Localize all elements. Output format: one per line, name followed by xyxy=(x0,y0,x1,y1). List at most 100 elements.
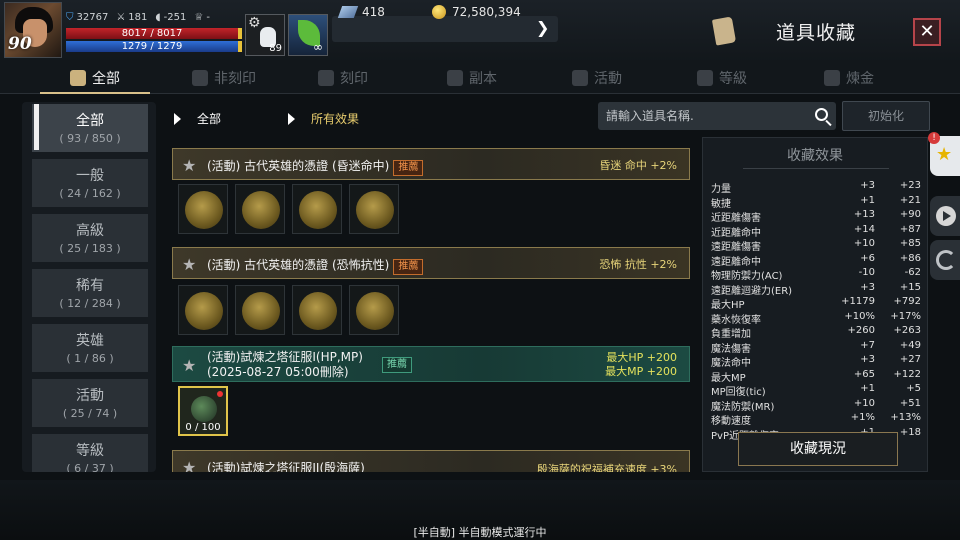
effect-current: +13 xyxy=(853,209,875,220)
swirl-icon xyxy=(936,250,956,270)
effect-row: 最大MP +65 +122 xyxy=(711,368,921,384)
selected-category-marker xyxy=(34,104,39,150)
collection-effect: 恐怖 抗性 +2% xyxy=(599,258,677,271)
collection-name: (活動)試煉之塔征服I(HP,MP) (2025-08-27 05:00刪除) xyxy=(207,350,363,379)
currency-panel xyxy=(332,16,558,42)
collection-item-slot[interactable] xyxy=(292,285,342,335)
tab-level[interactable]: 等級 xyxy=(697,68,747,88)
effect-current: +1 xyxy=(860,383,875,394)
attack-stat: ⚔ 181 xyxy=(116,12,148,23)
collection-effect: 昏迷 命中 +2% xyxy=(599,159,677,172)
collection-name: (活動) 古代英雄的憑證 (昏迷命中) 推薦 xyxy=(207,157,424,176)
collection-header[interactable]: ★ (活動) 古代英雄的憑證 (昏迷命中) 推薦 昏迷 命中 +2% xyxy=(172,148,690,180)
character-level: 90 xyxy=(8,34,32,54)
rarity-item-hero[interactable]: 英雄( 1 / 86 ) xyxy=(32,324,148,372)
star-icon[interactable]: ★ xyxy=(182,458,196,472)
rarity-item-normal[interactable]: 一般( 24 / 162 ) xyxy=(32,159,148,207)
trophy-icon: ♕ xyxy=(194,12,204,23)
potion-slot[interactable]: ⚙ 89 xyxy=(245,14,285,56)
effect-total: +15 xyxy=(899,281,921,293)
collection-effect: 最大HP +200 最大MP +200 xyxy=(605,351,677,378)
effect-current: +65 xyxy=(853,368,875,380)
effect-total: +49 xyxy=(899,339,921,351)
rarity-item-level[interactable]: 等級( 6 / 37 ) xyxy=(32,434,148,472)
effect-name: 負重增加 xyxy=(711,329,751,340)
collection-header[interactable]: ★ (活動) 古代英雄的憑證 (恐怖抗性) 推薦 恐怖 抗性 +2% xyxy=(172,247,690,279)
item-progress: 0 / 100 xyxy=(185,422,221,433)
ancient-coin-icon xyxy=(299,191,337,229)
shield-icon: ⛉ xyxy=(66,12,74,23)
tab-alchemy[interactable]: 煉金 xyxy=(824,68,874,88)
rarity-item-all[interactable]: 全部( 93 / 850 ) xyxy=(32,104,148,152)
gear-icon[interactable]: ⚙ xyxy=(248,15,261,31)
recommend-badge: 推薦 xyxy=(393,259,424,275)
rarity-item-advanced[interactable]: 高級( 25 / 183 ) xyxy=(32,214,148,262)
chevron-right-icon[interactable]: ❯ xyxy=(536,18,549,37)
effect-name: 移動速度 xyxy=(711,416,751,427)
effect-current: +3 xyxy=(860,281,875,293)
rarity-item-event[interactable]: 活動( 25 / 74 ) xyxy=(32,379,148,427)
collection-item-slot[interactable] xyxy=(349,285,399,335)
effect-name: MP回復(tic) xyxy=(711,387,766,398)
breadcrumb-root[interactable]: 全部 xyxy=(174,110,221,127)
bottom-status-bar: [半自動] 半自動模式運行中 xyxy=(0,480,960,540)
collection-effects-panel[interactable]: 收藏效果 力量 +3 +23 敏捷 +1 +21 近距離傷害 +13 +90 近距離命中 +14 +8… xyxy=(702,137,928,472)
buff-slot[interactable]: ∞ xyxy=(288,14,328,56)
effect-current: +10 xyxy=(853,397,875,409)
collection-item-slot[interactable] xyxy=(292,184,342,234)
effect-row: 近距離傷害 +13 +90 xyxy=(711,209,921,224)
star-icon[interactable]: ★ xyxy=(182,255,196,274)
play-side-tab[interactable] xyxy=(930,196,960,236)
tab-non-engraved[interactable]: 非刻印 xyxy=(192,68,256,88)
effect-total: +122 xyxy=(893,368,921,380)
effect-total: +27 xyxy=(899,354,921,365)
close-button[interactable]: ✕ xyxy=(913,18,941,46)
effect-row: MP回復(tic) +1 +5 xyxy=(711,383,921,398)
tab-all[interactable]: 全部 xyxy=(70,68,120,88)
collection-item-slot[interactable] xyxy=(235,184,285,234)
star-icon[interactable]: ★ xyxy=(182,156,196,175)
gift-icon xyxy=(572,70,588,86)
collection-header[interactable]: ★ (活動)試煉之塔征服II(殷海薩) 殷海薩的祝福補充速度 +3% xyxy=(172,450,690,472)
tab-event[interactable]: 活動 xyxy=(572,68,622,88)
effect-row: 魔法傷害 +7 +49 xyxy=(711,339,921,355)
trophy-stat: ♕ - xyxy=(194,12,210,23)
ancient-coin-icon xyxy=(299,292,337,330)
gem-currency: 418 xyxy=(337,5,385,19)
effect-current: +1% xyxy=(850,412,875,423)
effect-row: 敏捷 +1 +21 xyxy=(711,194,921,210)
ancient-coin-icon xyxy=(356,191,394,229)
collection-item-slot[interactable] xyxy=(349,184,399,234)
collection-item-slot[interactable] xyxy=(235,285,285,335)
favorite-side-tab[interactable]: ★ ! xyxy=(928,132,960,176)
tab-dungeon[interactable]: 副本 xyxy=(447,68,497,88)
star-icon[interactable]: ★ xyxy=(182,356,196,375)
collection-name: (活動) 古代英雄的憑證 (恐怖抗性) 推薦 xyxy=(207,256,424,275)
effect-total: -62 xyxy=(904,267,921,278)
search-icon[interactable] xyxy=(815,108,828,121)
effect-total: +21 xyxy=(899,194,921,206)
collection-item-slot[interactable] xyxy=(178,184,228,234)
play-icon xyxy=(936,206,956,226)
effect-row: 近距離命中 +14 +87 xyxy=(711,224,921,239)
effect-current: +10% xyxy=(844,310,875,322)
swirl-side-tab[interactable] xyxy=(930,240,960,280)
effect-row: 力量 +3 +23 xyxy=(711,180,921,195)
rarity-item-rare[interactable]: 稀有( 12 / 284 ) xyxy=(32,269,148,317)
collection-item-slot[interactable] xyxy=(178,285,228,335)
tab-engraved[interactable]: 刻印 xyxy=(318,68,368,88)
breadcrumb-filter[interactable]: 所有效果 xyxy=(288,110,359,127)
sword-icon: ⚔ xyxy=(116,12,126,23)
collection-status-button[interactable]: 收藏現況 xyxy=(738,432,898,466)
collection-header[interactable]: ★ (活動)試煉之塔征服I(HP,MP) (2025-08-27 05:00刪除)… xyxy=(172,346,690,382)
effect-name: 近距離命中 xyxy=(711,227,761,239)
new-dot-icon xyxy=(217,391,223,397)
collection-item-slot[interactable]: 0 / 100 xyxy=(178,386,228,436)
hp-bar-tip xyxy=(238,28,242,39)
shield-off-icon xyxy=(192,70,208,86)
auto-mode-status: [半自動] 半自動模式運行中 xyxy=(413,526,547,539)
search-input[interactable] xyxy=(598,102,804,130)
effect-row: 遠距離迴避力(ER) +3 +15 xyxy=(711,281,921,297)
reset-button[interactable]: 初始化 xyxy=(842,101,930,131)
helmet-icon: ◖ xyxy=(155,12,161,23)
